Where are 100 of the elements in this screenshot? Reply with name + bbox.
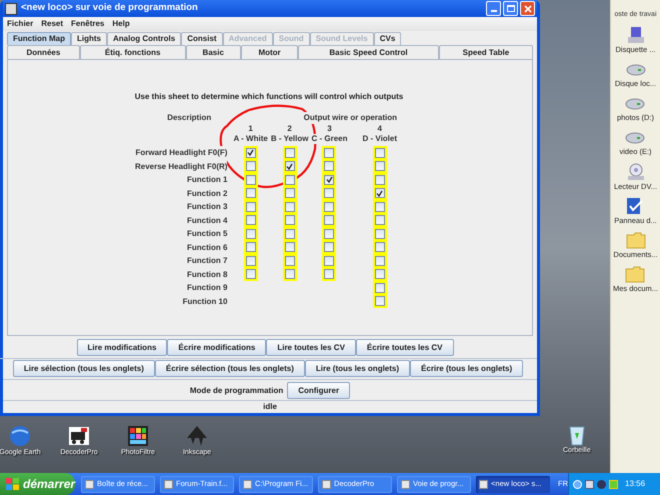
checkbox[interactable] [324, 269, 334, 280]
app-icon [401, 480, 410, 488]
checkbox[interactable] [284, 228, 295, 239]
folder-icon[interactable] [626, 231, 646, 249]
function-label: Reverse Headlight F0(R) [134, 160, 228, 173]
action-button[interactable]: Lire sélection (tous les onglets) [12, 360, 155, 377]
menu-item[interactable]: Help [112, 18, 130, 30]
tab[interactable]: Basic [186, 45, 241, 59]
grid-tray-icon[interactable] [609, 480, 618, 488]
menu-item[interactable]: Reset [41, 18, 64, 30]
action-button[interactable]: Écrire (tous les onglets) [410, 360, 524, 377]
window-title: <new loco> sur voie de programmation [21, 1, 198, 16]
checkbox[interactable] [374, 215, 385, 226]
checkbox[interactable] [324, 242, 334, 252]
output-name: B - Yellow [270, 134, 308, 144]
output-number: 1 [248, 124, 253, 134]
action-button[interactable]: Lire modifications [76, 339, 168, 356]
checkbox[interactable] [246, 242, 256, 252]
tab[interactable]: Function Map [7, 32, 71, 45]
menu-item[interactable]: Fichier [7, 18, 34, 30]
close-button[interactable] [520, 1, 535, 16]
tab[interactable]: Consist [181, 32, 223, 45]
checkbox[interactable] [246, 269, 256, 280]
checkbox[interactable] [284, 148, 295, 158]
checkbox[interactable] [324, 174, 334, 185]
checkbox[interactable] [284, 188, 295, 198]
checkbox[interactable] [246, 215, 256, 226]
tab[interactable]: Motor [240, 45, 298, 59]
action-button[interactable]: Lire toutes les CV [266, 339, 356, 356]
checkbox[interactable] [324, 202, 334, 212]
tab[interactable]: Données [7, 45, 80, 59]
action-button[interactable]: Écrire sélection (tous les onglets) [154, 360, 305, 377]
action-button[interactable]: Lire (tous les onglets) [304, 360, 410, 377]
checkbox[interactable] [284, 174, 295, 185]
checkbox[interactable] [324, 228, 334, 239]
checkbox[interactable] [324, 148, 334, 158]
checkbox[interactable] [374, 228, 385, 239]
checkbox[interactable] [246, 256, 256, 266]
checkbox[interactable] [246, 148, 256, 158]
checkbox[interactable] [246, 228, 256, 239]
column-heading: Output wire or operation [304, 112, 398, 124]
column-heading: Description [166, 112, 212, 124]
network-icon[interactable] [585, 480, 594, 488]
checkbox[interactable] [374, 202, 385, 212]
action-button[interactable]: Écrire toutes les CV [356, 339, 454, 356]
checkbox[interactable] [374, 188, 385, 198]
output-number: 4 [378, 124, 382, 134]
checkbox[interactable] [374, 282, 385, 293]
recycle-bin-icon[interactable] [566, 424, 587, 446]
checkbox[interactable] [374, 242, 385, 252]
app-icon [5, 2, 17, 14]
tab[interactable]: CVs [374, 32, 402, 45]
checkbox[interactable] [374, 256, 385, 266]
checkbox[interactable] [246, 174, 256, 185]
windows-logo-icon [6, 478, 19, 490]
checkbox[interactable] [374, 161, 385, 172]
checkbox[interactable] [246, 161, 256, 172]
checkbox[interactable] [284, 269, 295, 280]
close-icon [524, 4, 532, 12]
checkbox[interactable] [374, 174, 385, 185]
checkbox[interactable] [324, 215, 334, 226]
app-icon [85, 480, 94, 488]
locomotive-icon[interactable] [67, 424, 91, 448]
tab[interactable]: Analog Controls [107, 32, 182, 45]
checkbox[interactable] [284, 256, 295, 266]
checkbox[interactable] [324, 161, 334, 172]
tab[interactable]: Basic Speed Control [298, 45, 439, 59]
instruction-text: Use this sheet to determine which functions will control which outputs [134, 91, 404, 103]
checkbox[interactable] [284, 202, 295, 212]
status-text: idle [263, 401, 277, 413]
clock: 13:56 [625, 478, 646, 490]
app-icon [243, 480, 252, 488]
color-grid-icon[interactable] [126, 424, 150, 448]
checkbox[interactable] [246, 202, 256, 212]
mode-label: Mode de programmation [190, 384, 284, 396]
output-number: 3 [327, 124, 332, 134]
folder-icon[interactable] [625, 265, 646, 284]
minimize-button[interactable] [486, 1, 501, 16]
checkbox[interactable] [374, 296, 385, 306]
checkbox[interactable] [324, 188, 334, 198]
checkbox[interactable] [324, 256, 334, 266]
menu-item[interactable]: Fenêtres [71, 18, 104, 30]
cd-drive-icon[interactable] [626, 162, 646, 180]
maximize-button[interactable] [503, 1, 518, 16]
tab[interactable]: Speed Table [438, 45, 533, 59]
tab[interactable]: Lights [71, 32, 107, 45]
round-tray-icon[interactable] [597, 480, 606, 488]
globe-icon[interactable] [8, 424, 32, 448]
checkbox[interactable] [246, 188, 256, 198]
floppy-icon[interactable] [626, 26, 646, 44]
checkbox[interactable] [374, 148, 385, 158]
checkbox[interactable] [284, 161, 295, 172]
configure-button[interactable]: Configurer [287, 382, 350, 399]
action-button[interactable]: Écrire modifications [167, 339, 266, 356]
tab[interactable]: Étiq. fonctions [80, 45, 186, 59]
checkbox[interactable] [284, 215, 295, 226]
checkbox[interactable] [284, 242, 295, 252]
checkbox[interactable] [374, 269, 385, 280]
control-panel-icon[interactable] [625, 196, 646, 215]
output-name: C - Green [311, 134, 348, 144]
